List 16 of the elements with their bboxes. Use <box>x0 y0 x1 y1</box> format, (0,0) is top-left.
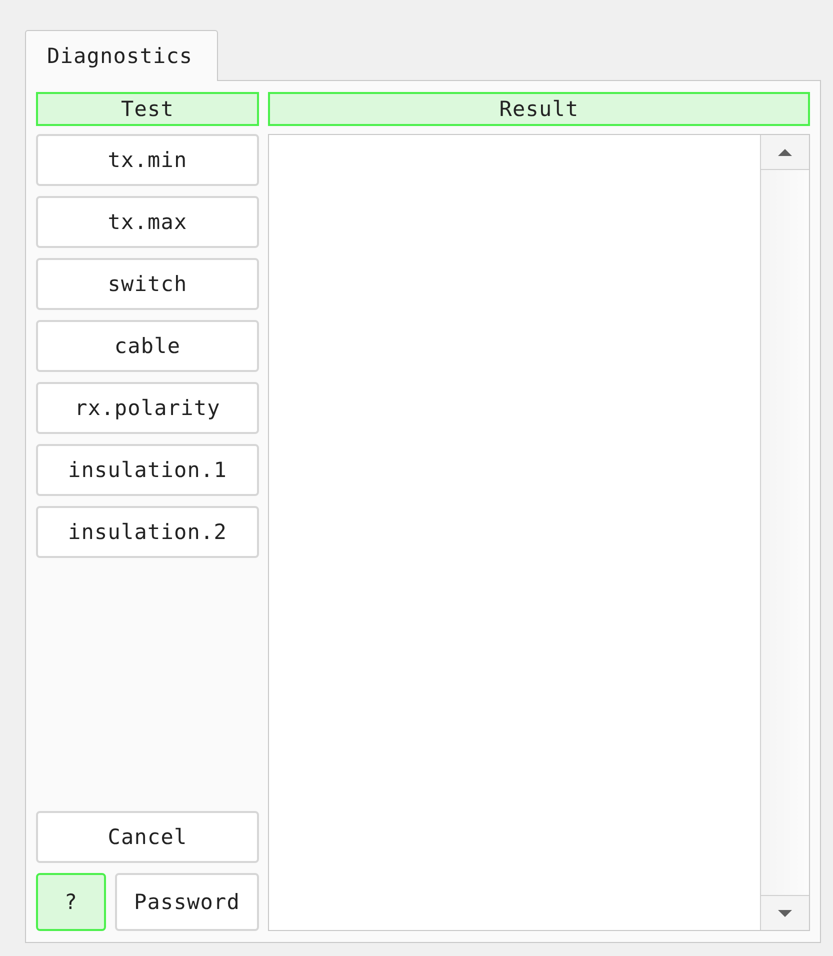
test-button[interactable]: switch <box>36 258 259 310</box>
test-button[interactable]: insulation.2 <box>36 506 259 558</box>
test-button[interactable]: insulation.1 <box>36 444 259 496</box>
test-button[interactable]: tx.min <box>36 134 259 186</box>
test-button[interactable]: tx.max <box>36 196 259 248</box>
scroll-down-icon[interactable] <box>778 910 792 916</box>
password-button[interactable]: Password <box>115 873 259 931</box>
tab[interactable]: Diagnostics <box>25 30 218 81</box>
test-button[interactable]: rx.polarity <box>36 382 259 434</box>
column-header: Test <box>36 92 259 126</box>
cancel-button[interactable]: Cancel <box>36 811 259 863</box>
help-button[interactable]: ? <box>36 873 106 931</box>
test-button[interactable]: cable <box>36 320 259 372</box>
scroll-up-icon[interactable] <box>778 148 792 156</box>
scrollbar[interactable] <box>760 135 809 930</box>
column-header: Result <box>268 92 810 126</box>
